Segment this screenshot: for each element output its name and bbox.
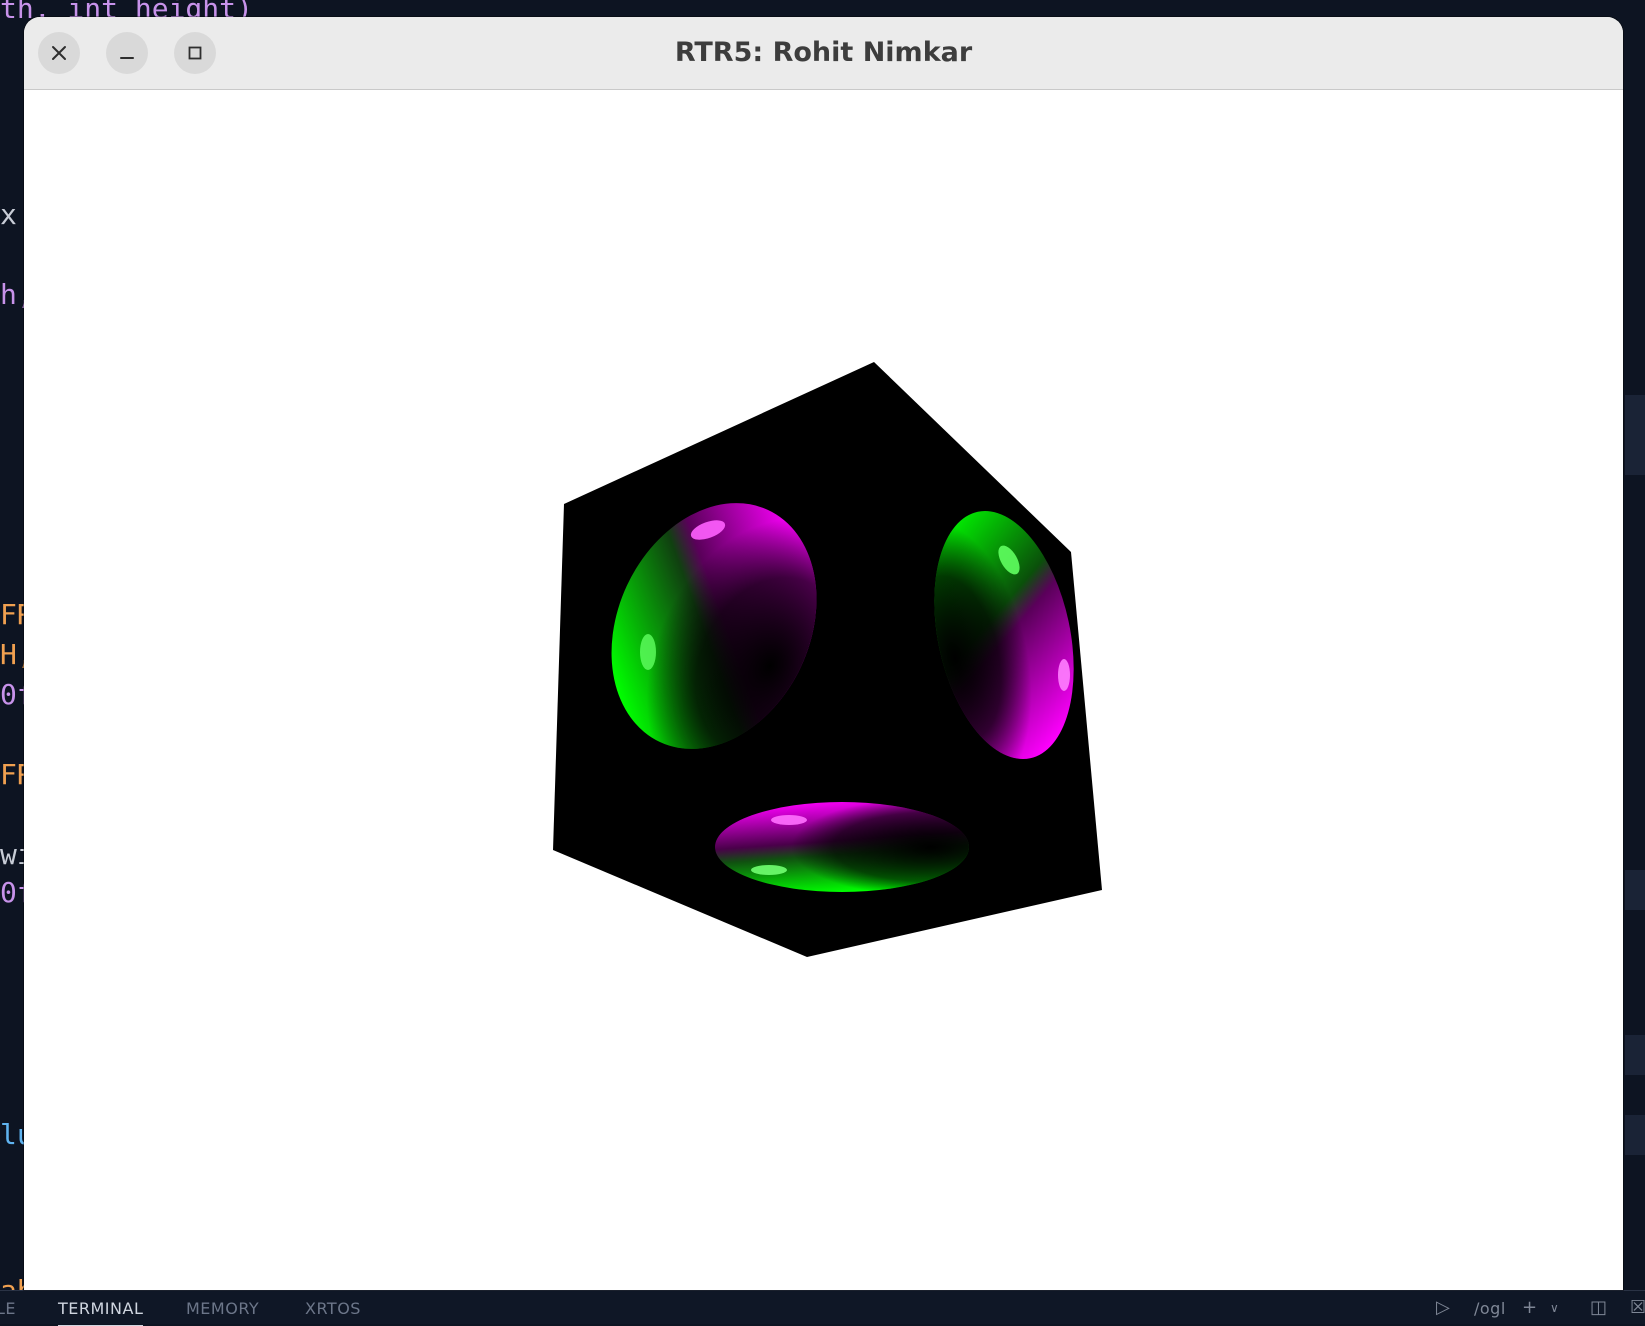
add-terminal-icon[interactable]: + <box>1522 1297 1537 1318</box>
terminal-name[interactable]: /ogl <box>1474 1299 1506 1318</box>
trash-icon[interactable]: ☒ <box>1630 1297 1645 1318</box>
editor-highlight-band <box>1625 1115 1645 1155</box>
editor-highlight-band <box>1625 1035 1645 1075</box>
tab-terminal[interactable]: TERMINAL <box>58 1299 144 1326</box>
app-window: RTR5: Rohit Nimkar <box>24 17 1623 1290</box>
tab-memory[interactable]: MEMORY <box>186 1299 259 1318</box>
background-right-strip <box>1625 0 1645 1290</box>
sphere-bottom <box>715 802 969 892</box>
split-terminal-icon[interactable]: ◫ <box>1590 1297 1607 1318</box>
tab-xrtos[interactable]: XRTOS <box>305 1299 361 1318</box>
terminal-icon: ▷ <box>1436 1297 1450 1318</box>
editor-highlight-band <box>1625 870 1645 910</box>
bottom-panel-bar: LE TERMINAL MEMORY XRTOS ▷ /ogl + ∨ ◫ ☒ <box>0 1290 1645 1326</box>
opengl-canvas[interactable] <box>24 90 1623 1290</box>
code-line: x <box>0 198 17 231</box>
window-title: RTR5: Rohit Nimkar <box>674 37 973 68</box>
title-bar[interactable]: RTR5: Rohit Nimkar <box>24 17 1623 90</box>
chevron-down-icon[interactable]: ∨ <box>1550 1301 1559 1315</box>
editor-highlight-band <box>1625 395 1645 475</box>
rendered-scene <box>553 362 1102 957</box>
tab-console[interactable]: LE <box>0 1299 16 1318</box>
